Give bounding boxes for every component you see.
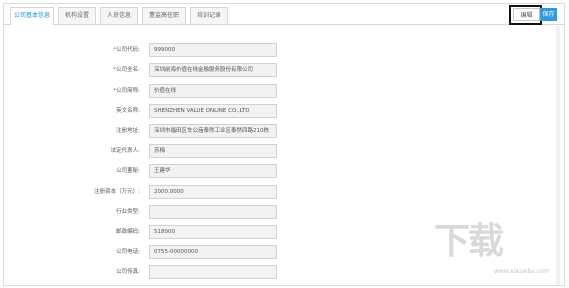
form-row-legal-representative: 法定代表人: 苏梅 <box>4 144 564 158</box>
field-label: 公司传真: <box>116 269 140 275</box>
field-label: *公司全名: <box>113 63 140 77</box>
field-label: *公司代码: <box>113 43 140 57</box>
field-label: 注册地址: <box>116 128 140 134</box>
field-label: 公司董秘: <box>116 168 140 174</box>
archive-panel: 公司基本信息 机构设置 人员信息 董监高任职 培训记录 编辑 保存 *公司代码:… <box>3 3 565 286</box>
edit-button[interactable]: 编辑 <box>513 8 540 21</box>
field-label: 邮政编码: <box>116 229 140 235</box>
field-label-text: 公司全名: <box>116 67 140 73</box>
tab-personnel[interactable]: 人员信息 <box>100 7 138 24</box>
industry-type-field[interactable] <box>149 205 277 219</box>
form-row-industry-type: 行业类型: <box>4 205 564 219</box>
tab-bar: 公司基本信息 机构设置 人员信息 董监高任职 培训记录 编辑 保存 <box>4 4 564 25</box>
field-label: 英文名称: <box>116 108 140 114</box>
form-row-registered-capital: 注册资本（万元）: 2000.0000 <box>4 185 564 199</box>
form-row-board-secretary: 公司董秘: 王建华 <box>4 164 564 178</box>
legal-representative-field[interactable]: 苏梅 <box>149 144 277 158</box>
english-name-field[interactable]: SHENZHEN VALUE ONLINE CO.,LTD <box>149 104 277 118</box>
company-fax-field[interactable] <box>149 265 277 279</box>
company-code-field[interactable]: 999000 <box>149 43 277 57</box>
form-row-company-phone: 公司电话: 0755-00000000 <box>4 245 564 259</box>
company-full-name-field[interactable]: 深圳前海价值在线金融服务股份有限公司 <box>149 63 277 77</box>
form-row-company-full-name: *公司全名: 深圳前海价值在线金融服务股份有限公司 <box>4 63 564 77</box>
company-phone-field[interactable]: 0755-00000000 <box>149 245 277 259</box>
save-button[interactable]: 保存 <box>540 8 557 21</box>
board-secretary-field[interactable]: 王建华 <box>149 164 277 178</box>
form-row-registered-address: 注册地址: 深圳市福田区车公庙泰然工业区泰然四路210栋 <box>4 124 564 138</box>
form-row-postal-code: 邮政编码: 518000 <box>4 225 564 239</box>
field-label: 行业类型: <box>116 209 140 215</box>
field-label: 法定代表人: <box>110 148 140 154</box>
registered-address-field[interactable]: 深圳市福田区车公庙泰然工业区泰然四路210栋 <box>149 124 277 138</box>
field-label: 注册资本（万元）: <box>94 189 140 195</box>
form-row-english-name: 英文名称: SHENZHEN VALUE ONLINE CO.,LTD <box>4 104 564 118</box>
scrollbar[interactable] <box>556 26 560 285</box>
tab-training[interactable]: 培训记录 <box>190 7 228 24</box>
tab-executives[interactable]: 董监高任职 <box>142 7 186 24</box>
company-short-name-field[interactable]: 价值在线 <box>149 84 277 98</box>
registered-capital-field[interactable]: 2000.0000 <box>149 185 277 199</box>
field-label: 公司电话: <box>116 249 140 255</box>
postal-code-field[interactable]: 518000 <box>149 225 277 239</box>
field-label: *公司简称: <box>113 84 140 98</box>
form-row-company-short-name: *公司简称: 价值在线 <box>4 84 564 98</box>
form-row-company-fax: 公司传真: <box>4 265 564 279</box>
tab-org-settings[interactable]: 机构设置 <box>58 7 96 24</box>
form-row-company-code: *公司代码: 999000 <box>4 43 564 57</box>
field-label-text: 公司简称: <box>116 88 140 94</box>
tab-basic-info[interactable]: 公司基本信息 <box>10 7 54 25</box>
field-label-text: 公司代码: <box>116 47 140 53</box>
